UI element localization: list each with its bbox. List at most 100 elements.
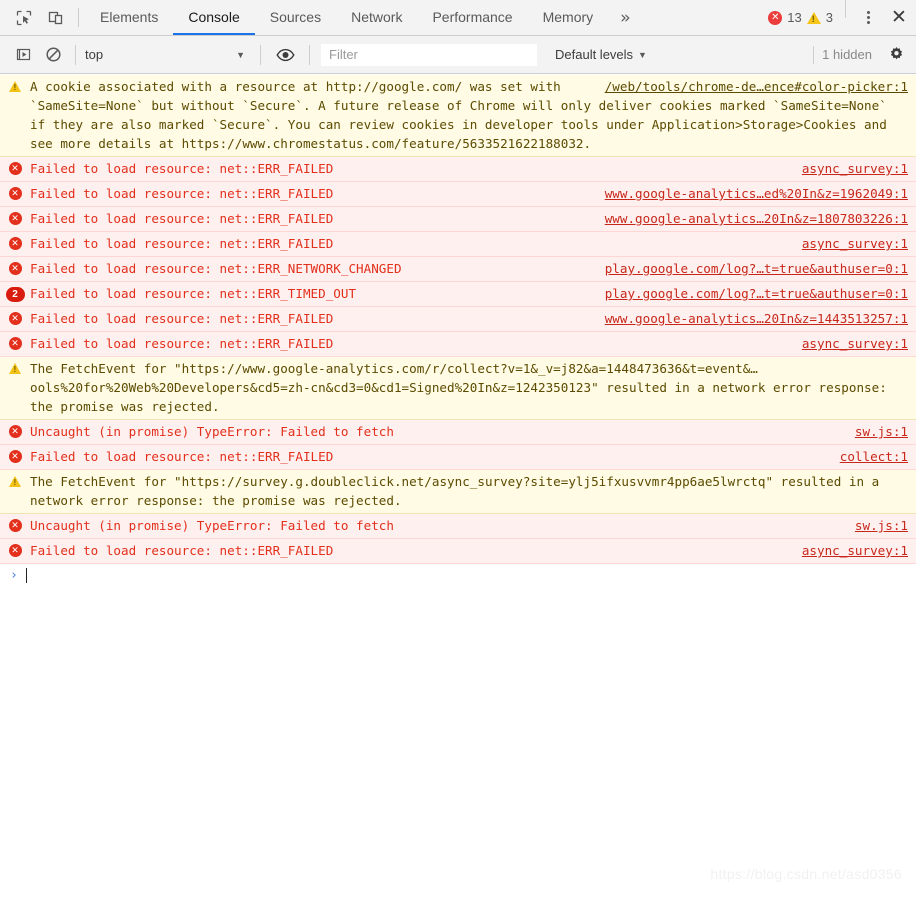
message-inline-link[interactable]: http://google.com/ bbox=[326, 79, 462, 94]
close-devtools-icon[interactable]: ✕ bbox=[882, 0, 916, 35]
log-levels-label: Default levels bbox=[555, 47, 634, 62]
console-message-error[interactable]: ✕ Failed to load resource: net::ERR_FAILE… bbox=[0, 539, 916, 564]
error-icon: ✕ bbox=[8, 519, 22, 532]
watermark: https://blog.csdn.net/asd0356 bbox=[710, 866, 902, 882]
message-gutter: ✕ bbox=[0, 259, 30, 275]
message-text: Uncaught (in promise) TypeError: Failed … bbox=[30, 518, 394, 533]
error-icon: ✕ bbox=[8, 262, 22, 275]
message-text: Failed to load resource: net::ERR_FAILED bbox=[30, 543, 334, 558]
message-text: Failed to load resource: net::ERR_FAILED bbox=[30, 449, 334, 464]
kebab-dot bbox=[866, 16, 870, 19]
message-inline-link[interactable]: https://www.chromestatus.com/feature/563… bbox=[182, 136, 584, 151]
message-text: Failed to load resource: net::ERR_NETWOR… bbox=[30, 261, 402, 276]
message-source-link[interactable]: async_survey:1 bbox=[802, 159, 916, 178]
message-source-link[interactable]: async_survey:1 bbox=[802, 334, 916, 353]
issue-counters[interactable]: ✕ 13 3 bbox=[768, 0, 837, 35]
console-message-warning[interactable]: /web/tools/chrome-de…ence#color-picker:1… bbox=[0, 75, 916, 157]
gear-glyph bbox=[890, 47, 902, 60]
error-icon: ✕ bbox=[8, 425, 22, 438]
message-text: Failed to load resource: net::ERR_FAILED bbox=[30, 211, 334, 226]
toolbar-divider bbox=[78, 8, 79, 27]
error-icon: ✕ bbox=[8, 162, 22, 175]
chevron-down-icon: ▼ bbox=[236, 49, 245, 60]
console-message-error[interactable]: ✕ Failed to load resource: net::ERR_FAILE… bbox=[0, 332, 916, 357]
message-source-link[interactable]: sw.js:1 bbox=[855, 422, 916, 441]
message-source-link[interactable]: async_survey:1 bbox=[802, 541, 916, 560]
console-message-list[interactable]: /web/tools/chrome-de…ence#color-picker:1… bbox=[0, 75, 916, 898]
console-message-error[interactable]: ✕ Failed to load resource: net::ERR_FAILE… bbox=[0, 207, 916, 232]
more-tabs-icon[interactable]: » bbox=[608, 0, 642, 35]
message-source-link[interactable]: /web/tools/chrome-de…ence#color-picker:1 bbox=[605, 77, 908, 96]
message-gutter bbox=[0, 472, 30, 487]
message-body: The FetchEvent for "https://survey.g.dou… bbox=[30, 472, 916, 510]
message-text: Failed to load resource: net::ERR_FAILED bbox=[30, 186, 334, 201]
message-gutter: 2 bbox=[0, 284, 30, 302]
message-body: /web/tools/chrome-de…ence#color-picker:1… bbox=[30, 77, 916, 153]
console-message-error[interactable]: ✕ Failed to load resource: net::ERR_FAILE… bbox=[0, 232, 916, 257]
tab-elements[interactable]: Elements bbox=[85, 0, 173, 35]
message-source-link[interactable]: async_survey:1 bbox=[802, 234, 916, 253]
log-levels-select[interactable]: Default levels ▼ bbox=[555, 47, 647, 62]
message-text: Uncaught (in promise) TypeError: Failed … bbox=[30, 424, 394, 439]
clear-console-icon[interactable] bbox=[38, 42, 68, 68]
tab-console[interactable]: Console bbox=[173, 0, 255, 35]
message-text: Failed to load resource: net::ERR_FAILED bbox=[30, 236, 334, 251]
warning-count-icon bbox=[806, 11, 821, 24]
console-message-error[interactable]: ✕ Failed to load resource: net::ERR_FAILE… bbox=[0, 445, 916, 470]
panel-tabs: Elements Console Sources Network Perform… bbox=[85, 0, 642, 35]
warning-icon bbox=[9, 81, 21, 92]
message-gutter: ✕ bbox=[0, 159, 30, 175]
message-gutter: ✕ bbox=[0, 516, 30, 532]
message-source-link[interactable]: collect:1 bbox=[840, 447, 916, 466]
console-prompt[interactable]: › bbox=[0, 564, 916, 586]
console-message-error[interactable]: ✕ Failed to load resource: net::ERR_FAILE… bbox=[0, 182, 916, 207]
message-gutter: ✕ bbox=[0, 309, 30, 325]
message-text: Failed to load resource: net::ERR_FAILED bbox=[30, 311, 334, 326]
inspect-element-icon[interactable] bbox=[8, 0, 40, 35]
console-message-error[interactable]: ✕ Failed to load resource: net::ERR_FAILE… bbox=[0, 157, 916, 182]
tab-performance[interactable]: Performance bbox=[417, 0, 527, 35]
message-text: Failed to load resource: net::ERR_FAILED bbox=[30, 161, 334, 176]
prompt-caret bbox=[26, 567, 27, 583]
devtools-tab-bar: Elements Console Sources Network Perform… bbox=[0, 0, 916, 36]
console-message-error[interactable]: ✕ Failed to load resource: net::ERR_FAILE… bbox=[0, 307, 916, 332]
message-text: The FetchEvent for " bbox=[30, 474, 182, 489]
message-gutter bbox=[0, 77, 30, 92]
message-source-link[interactable]: play.google.com/log?…t=true&authuser=0:1 bbox=[605, 259, 916, 278]
prompt-chevron-icon: › bbox=[10, 567, 18, 583]
message-gutter: ✕ bbox=[0, 184, 30, 200]
tab-sources[interactable]: Sources bbox=[255, 0, 336, 35]
live-expression-eye-icon[interactable] bbox=[268, 48, 302, 62]
message-source-link[interactable]: play.google.com/log?…t=true&authuser=0:1 bbox=[605, 284, 916, 303]
resume-script-glyph bbox=[16, 48, 30, 61]
execution-context-select[interactable]: top ▼ bbox=[83, 43, 253, 67]
message-body: The FetchEvent for "https://www.google-a… bbox=[30, 359, 916, 416]
eye-glyph bbox=[275, 48, 295, 61]
hidden-messages-label[interactable]: 1 hidden bbox=[822, 47, 882, 62]
console-message-warning[interactable]: The FetchEvent for "https://www.google-a… bbox=[0, 357, 916, 420]
toolbar-divider bbox=[260, 44, 261, 65]
device-toolbar-icon[interactable] bbox=[40, 0, 72, 35]
console-message-error[interactable]: 2 Failed to load resource: net::ERR_TIMED… bbox=[0, 282, 916, 307]
console-message-error[interactable]: ✕ Uncaught (in promise) TypeError: Failed… bbox=[0, 514, 916, 539]
console-message-error[interactable]: ✕ Uncaught (in promise) TypeError: Failed… bbox=[0, 420, 916, 445]
error-count-label: 13 bbox=[787, 10, 802, 25]
console-message-warning[interactable]: The FetchEvent for "https://survey.g.dou… bbox=[0, 470, 916, 514]
message-source-link[interactable]: www.google-analytics…20In&z=1807803226:1 bbox=[605, 209, 916, 228]
toolbar-divider bbox=[309, 44, 310, 65]
resume-script-icon[interactable] bbox=[8, 42, 38, 68]
messages-container: /web/tools/chrome-de…ence#color-picker:1… bbox=[0, 75, 916, 564]
message-text: A cookie associated with a resource at bbox=[30, 79, 326, 94]
gear-icon[interactable] bbox=[882, 46, 910, 63]
tab-network[interactable]: Network bbox=[336, 0, 417, 35]
customize-devtools-icon[interactable] bbox=[854, 0, 882, 35]
tab-memory[interactable]: Memory bbox=[528, 0, 609, 35]
message-source-link[interactable]: sw.js:1 bbox=[855, 516, 916, 535]
message-inline-link[interactable]: https://survey.g.doubleclick.net/async_s… bbox=[182, 474, 766, 489]
console-message-error[interactable]: ✕ Failed to load resource: net::ERR_NETWO… bbox=[0, 257, 916, 282]
message-source-link[interactable]: www.google-analytics…20In&z=1443513257:1 bbox=[605, 309, 916, 328]
message-gutter: ✕ bbox=[0, 334, 30, 350]
filter-input[interactable] bbox=[321, 43, 537, 66]
message-gutter: ✕ bbox=[0, 234, 30, 250]
message-source-link[interactable]: www.google-analytics…ed%20In&z=1962049:1 bbox=[605, 184, 916, 203]
